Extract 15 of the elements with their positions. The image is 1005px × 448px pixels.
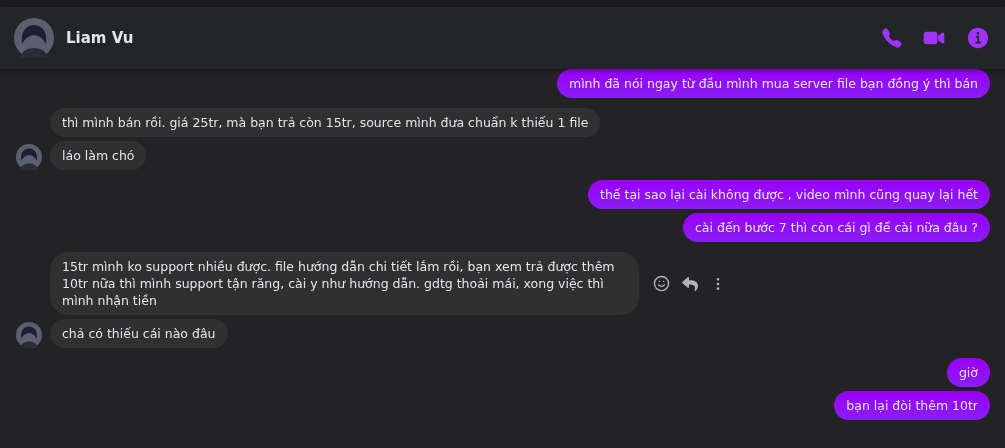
message-bubble: thì mình bán rồi. giá 25tr, mà bạn trả còn 15tr, source mình đưa chuẩn k thiếu 1 file [50, 108, 601, 137]
message-bubble: thế tại sao lại cài không được , video mình cũng quay lại hết [588, 180, 990, 209]
message-bubble: láo làm chó [50, 141, 147, 170]
phone-icon[interactable] [881, 27, 903, 49]
reply-icon[interactable] [682, 275, 698, 292]
avatar [14, 18, 54, 58]
message-bubble: 15tr mình ko support nhiều được. file hướng dẫn chi tiết lắm rồi, bạn xem trả được thêm 10tr nữa thì mình support tận răng, cài y như hướng dẫn. gdtg thoải mái, xong việc thì mình nhận tiền [50, 252, 639, 315]
message-bubble: bạn lại đòi thêm 10tr [834, 391, 990, 420]
message-bubble: giờ [946, 358, 990, 387]
message-bubble: mình đã nói ngay từ đầu mình mua server file bạn đồng ý thì bán [556, 69, 990, 98]
emoji-icon[interactable] [653, 275, 670, 292]
contact-name: Liam Vu [66, 29, 135, 47]
info-icon[interactable] [965, 25, 991, 51]
message-bubble: chả có thiếu cái nào đâu [50, 319, 228, 348]
message-bubble: cài đến bước 7 thì còn cái gì để cài nữa đâu ? [683, 213, 990, 242]
